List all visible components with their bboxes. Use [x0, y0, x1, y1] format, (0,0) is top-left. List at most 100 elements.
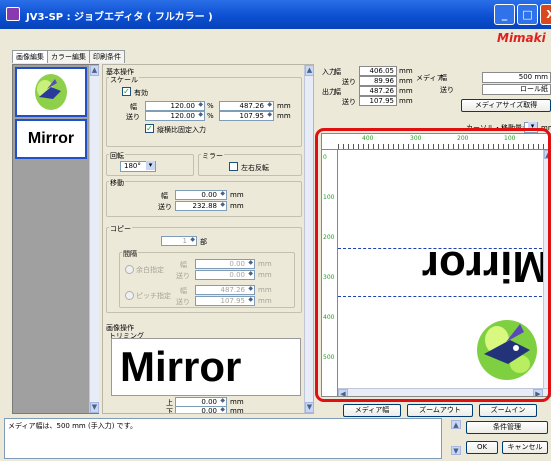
scale-enabled-label: 有効: [134, 89, 148, 97]
scroll-right-icon[interactable]: ▶: [533, 389, 543, 396]
media-feed-value: ロール紙: [482, 84, 551, 95]
input-width-unit: mm: [399, 67, 413, 75]
scale-width-mm-input[interactable]: 487.26: [219, 101, 274, 111]
left-ruler-tick-200: 200: [323, 234, 335, 241]
tab-color-edit[interactable]: カラー編集: [47, 50, 90, 63]
cursor-move-label: カーソル・移動量:: [466, 124, 525, 132]
mimaki-logo: Mimaki: [497, 31, 546, 45]
scroll-up-icon[interactable]: ▲: [305, 65, 313, 76]
move-title: 移動: [109, 178, 125, 188]
pitch-interval-radio[interactable]: [125, 291, 134, 300]
cursor-move-select[interactable]: 1: [524, 122, 538, 133]
window-title: JV3-SP : ジョブエディタ ( フルカラー ): [26, 12, 213, 23]
status-scroll-up-icon[interactable]: ▲: [451, 420, 461, 429]
output-width-value: 487.26: [359, 86, 397, 96]
trim-top-unit: mm: [230, 398, 244, 406]
auto-interval-label: 余白指定: [136, 266, 164, 274]
scale-feed-label: 送り: [126, 113, 140, 121]
output-width-unit: mm: [399, 87, 413, 95]
preview-bird-image[interactable]: [472, 314, 542, 384]
tab-image-edit[interactable]: 画像編集: [12, 50, 48, 63]
close-button[interactable]: X: [540, 4, 551, 25]
left-ruler-tick-500: 500: [323, 354, 335, 361]
maximize-button[interactable]: □: [517, 4, 538, 25]
layout-preview[interactable]: 400 300 200 100 0 100 200 300 400 500 Mi…: [321, 133, 551, 397]
copy-count-input[interactable]: 1: [161, 236, 197, 246]
conditions-button[interactable]: 条件管理: [466, 421, 548, 434]
zoom-in-button[interactable]: ズームイン: [479, 404, 537, 417]
scale-feed-mm-input[interactable]: 107.95: [219, 111, 274, 121]
auto-feed-label: 送り: [176, 272, 190, 280]
scroll-left-icon[interactable]: ◀: [338, 389, 348, 396]
mirror-lr-checkbox[interactable]: [229, 162, 238, 171]
move-width-label: 幅: [161, 192, 168, 200]
output-feed-unit: mm: [399, 97, 413, 105]
output-feed-label: 送り: [342, 98, 356, 106]
auto-feed-input[interactable]: 0.00: [195, 270, 255, 280]
input-width-value: 406.05: [359, 66, 397, 76]
output-feed-value: 107.95: [359, 96, 397, 106]
scroll-down-icon[interactable]: ▼: [305, 402, 313, 413]
copy-count-unit: 部: [200, 238, 207, 246]
brand-bar: Mimaki: [0, 29, 551, 46]
move-width-unit: mm: [230, 191, 244, 199]
thumbnail-scrollbar[interactable]: ▲ ▼: [89, 65, 99, 413]
copy-title: コピー: [109, 224, 132, 234]
size-info-panel: 入力 幅 送り 406.05 89.96 mm mm 出力 幅 送り 487.2…: [320, 64, 551, 132]
rotate-title: 回転: [109, 151, 125, 161]
minimize-button[interactable]: _: [494, 4, 515, 25]
left-ruler: 0 100 200 300 400 500: [322, 150, 338, 396]
status-message: メディア幅は、500 mm (手入力) です。: [8, 422, 137, 430]
preview-mirror-text[interactable]: Mirror: [344, 242, 549, 291]
scale-feed-pct-unit: %: [207, 112, 214, 120]
ok-button[interactable]: OK: [466, 441, 498, 454]
scale-width-mm-unit: mm: [277, 102, 291, 110]
scroll-up-icon[interactable]: ▲: [90, 65, 99, 76]
scale-feed-pct-input[interactable]: 120.00: [145, 111, 205, 121]
pitch-feed-label: 送り: [176, 298, 190, 306]
status-scroll-down-icon[interactable]: ▼: [451, 446, 461, 455]
mirror-title: ミラー: [201, 151, 224, 161]
tab-print-conditions[interactable]: 印刷条件: [89, 50, 125, 63]
media-width-label: 幅: [440, 74, 447, 82]
aspect-lock-label: 縦横比固定入力: [157, 126, 206, 134]
media-width-value: 500 mm: [482, 72, 551, 83]
auto-width-input[interactable]: 0.00: [195, 259, 255, 269]
settings-scrollbar[interactable]: ▲ ▼: [304, 65, 313, 413]
scale-title: スケール: [109, 75, 139, 85]
preview-vscrollbar[interactable]: ▲: [543, 150, 550, 396]
mirror-lr-label: 左右反転: [241, 164, 269, 172]
media-width-button[interactable]: メディア幅: [343, 404, 401, 417]
pitch-width-input[interactable]: 487.26: [195, 285, 255, 295]
scale-width-pct-input[interactable]: 120.00: [145, 101, 205, 111]
auto-width-unit: mm: [258, 260, 272, 268]
scroll-up-icon[interactable]: ▲: [544, 150, 550, 159]
title-bar[interactable]: JV3-SP : ジョブエディタ ( フルカラー ) _ □ X: [0, 0, 551, 29]
get-media-size-button[interactable]: メディアサイズ取得: [461, 99, 551, 112]
preview-hscrollbar[interactable]: ◀ ▶: [338, 388, 550, 396]
mirror-thumbnail[interactable]: Mirror: [15, 119, 87, 159]
aspect-lock-checkbox[interactable]: ✓: [145, 124, 154, 133]
tab-bar: 画像編集 カラー編集 印刷条件: [12, 50, 125, 64]
bird-thumbnail[interactable]: [15, 67, 87, 117]
input-feed-label: 送り: [342, 78, 356, 86]
media-boundary-bottom: [338, 296, 550, 297]
pitch-width-label: 幅: [180, 287, 187, 295]
cancel-button[interactable]: キャンセル: [502, 441, 548, 454]
scale-enabled-checkbox[interactable]: ✓: [122, 87, 131, 96]
trim-bottom-unit: mm: [230, 407, 244, 414]
pitch-width-unit: mm: [258, 286, 272, 294]
move-feed-input[interactable]: 232.88: [175, 201, 227, 211]
trim-preview[interactable]: Mirror: [111, 338, 301, 396]
pitch-feed-input[interactable]: 107.95: [195, 296, 255, 306]
input-feed-unit: mm: [399, 77, 413, 85]
move-width-input[interactable]: 0.00: [175, 190, 227, 200]
auto-interval-radio[interactable]: [125, 265, 134, 274]
bird-image-icon: [472, 314, 542, 384]
scroll-down-icon[interactable]: ▼: [90, 402, 99, 413]
rotate-select[interactable]: 180°: [120, 161, 156, 172]
top-ruler-tick-100: 100: [504, 135, 516, 142]
top-ruler-tick-200: 200: [457, 135, 469, 142]
zoom-out-button[interactable]: ズームアウト: [407, 404, 473, 417]
trim-bottom-input[interactable]: 0.00: [175, 406, 227, 413]
